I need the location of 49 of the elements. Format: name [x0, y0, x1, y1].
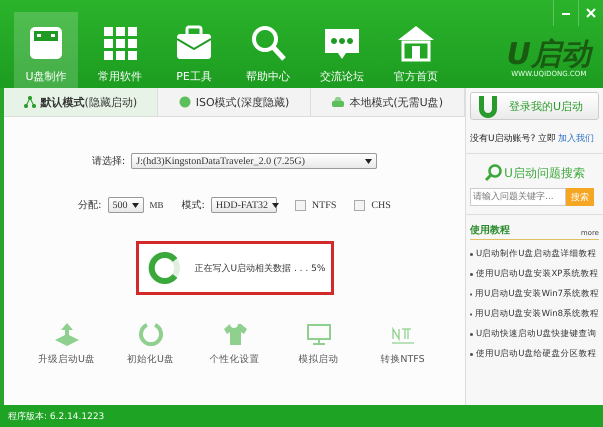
upload-arrow-icon	[54, 321, 80, 347]
tool-button[interactable]: 初始化U盘	[120, 321, 182, 366]
search-icon	[484, 164, 502, 182]
bullet-icon	[470, 272, 473, 276]
tutorial-link[interactable]: 使用U启动U盘给硬盘分区教程	[476, 348, 596, 360]
mode-dropdown[interactable]: HDD-FAT32	[210, 197, 277, 213]
option-checkbox[interactable]: NTFS	[294, 200, 336, 210]
caret-icon	[272, 202, 279, 208]
option-checkbox[interactable]: CHS	[354, 200, 391, 210]
bullet-icon	[470, 252, 473, 256]
tutorial-link[interactable]: 使用U启动U盘安装XP系统教程	[476, 268, 598, 280]
dot-icon	[178, 96, 191, 108]
unit-label: MB	[150, 200, 164, 210]
refresh-icon	[138, 321, 164, 347]
bullet-icon	[470, 352, 473, 356]
device-label: 请选择:	[92, 154, 126, 168]
caret-icon	[132, 202, 139, 208]
share-nodes-icon	[24, 96, 36, 108]
bullet-icon	[470, 292, 472, 296]
tutorial-link[interactable]: U启动快速启动U盘快捷键查询	[476, 328, 596, 340]
u-logo-icon	[477, 94, 499, 118]
join-link[interactable]: 加入我们	[558, 134, 594, 144]
loading-spinner-icon	[146, 251, 180, 285]
partition-dropdown[interactable]: 500	[108, 197, 144, 213]
bullet-icon	[470, 332, 473, 336]
version-text: 程序版本: 6.2.14.1223	[8, 410, 104, 422]
tool-button[interactable]: 模拟启动	[288, 321, 350, 366]
tool-button[interactable]: 转换NTFS	[372, 321, 434, 366]
tool-button[interactable]: 升级启动U盘	[36, 321, 98, 366]
mode-label: 模式:	[182, 198, 205, 212]
mode-tab[interactable]: 默认模式(隐藏启动)	[4, 88, 158, 116]
monitor-icon	[306, 321, 332, 347]
tutorials-title: 使用教程	[470, 224, 510, 237]
search-title: U启动问题搜索	[504, 164, 585, 182]
device-dropdown[interactable]: J:(hd3)KingstonDataTraveler_2.0 (7.25G)	[131, 153, 378, 169]
tutorial-link[interactable]: 用U启动U盘安装Win7系统教程	[475, 288, 599, 300]
mode-tab[interactable]: ISO模式(深度隐藏)	[158, 88, 312, 116]
signup-text: 没有U启动账号? 立即	[470, 134, 556, 144]
house-icon	[396, 23, 436, 63]
tutorial-link[interactable]: U启动制作U盘启动盘详细教程	[476, 248, 596, 260]
bullet-icon	[470, 312, 472, 316]
progress-text: 正在写入U启动相关数据 . . . 5%	[194, 262, 326, 274]
drive-icon	[332, 96, 344, 108]
caret-icon	[365, 158, 372, 164]
shirt-icon	[222, 321, 248, 347]
tutorial-link[interactable]: 用U启动U盘安装Win8系统教程	[475, 308, 599, 320]
search-field[interactable]: 请输入问题关键字...	[470, 188, 566, 206]
partition-label: 分配:	[78, 199, 102, 212]
tool-button[interactable]: 个性化设置	[204, 321, 266, 366]
